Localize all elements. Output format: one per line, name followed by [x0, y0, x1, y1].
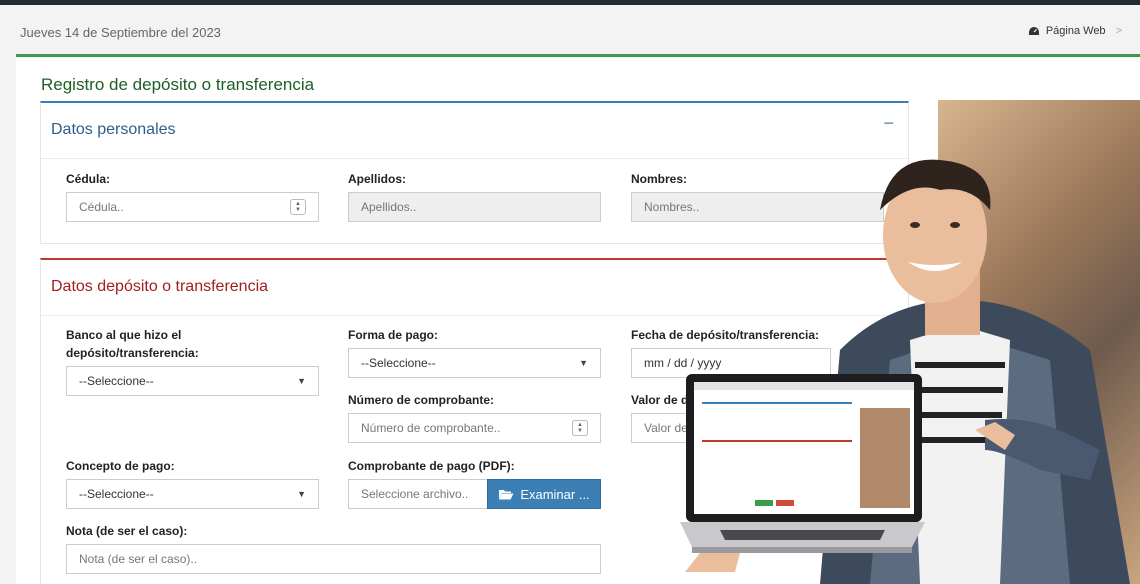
folder-open-icon [499, 490, 514, 500]
cedula-label: Cédula: [66, 172, 111, 186]
banco-label-line1: Banco al que hizo el [66, 328, 182, 342]
chevron-down-icon: ▼ [297, 489, 306, 499]
banco-selected-value: --Seleccione-- [79, 374, 154, 388]
web-link-label: Página Web [1045, 25, 1106, 37]
banco-select[interactable]: --Seleccione-- ▼ [66, 366, 319, 396]
browse-button-label: Examinar ... [520, 486, 590, 502]
chevron-down-icon: ▼ [297, 376, 306, 386]
concepto-selected-value: --Seleccione-- [79, 487, 154, 501]
page-title: Registro de depósito o transferencia [41, 75, 315, 94]
apellidos-input[interactable]: Apellidos.. [348, 192, 601, 222]
chevron-down-icon: ▼ [579, 358, 588, 368]
current-date: Jueves 14 de Septiembre del 2023 [20, 25, 221, 40]
personal-panel-header: Datos personales − [41, 103, 908, 159]
personal-panel-title: Datos personales [51, 121, 176, 138]
concepto-select[interactable]: --Seleccione-- ▼ [66, 479, 319, 509]
forma-pago-label: Forma de pago: [348, 328, 439, 342]
comprobante-placeholder: Seleccione archivo.. [361, 487, 469, 501]
fecha-value: mm / dd / yyyy [644, 356, 722, 370]
header: Jueves 14 de Septiembre del 2023 Página … [0, 5, 1140, 55]
spinner-icon[interactable]: ▲ ▼ [290, 199, 306, 215]
apellidos-placeholder: Apellidos.. [361, 200, 417, 214]
deposit-panel-title: Datos depósito o transferencia [51, 278, 269, 295]
forma-pago-selected-value: --Seleccione-- [361, 356, 436, 370]
browse-button[interactable]: Examinar ... [487, 479, 601, 509]
concepto-label: Concepto de pago: [66, 459, 175, 473]
laptop-illustration [680, 374, 925, 572]
comprobante-file-input[interactable]: Seleccione archivo.. [348, 479, 488, 509]
banco-label-line2: depósito/transferencia: [66, 346, 199, 360]
numero-comprobante-placeholder: Número de comprobante.. [361, 421, 501, 435]
apellidos-label: Apellidos: [348, 172, 407, 186]
nombres-label: Nombres: [631, 172, 688, 186]
nota-input[interactable]: Nota (de ser el caso).. [66, 544, 601, 574]
nombres-placeholder: Nombres.. [644, 200, 700, 214]
cedula-input[interactable]: Cédula.. ▲ ▼ [66, 192, 319, 222]
comprobante-label: Comprobante de pago (PDF): [348, 459, 515, 473]
cedula-placeholder: Cédula.. [79, 200, 124, 214]
chevron-right-icon: > [1115, 25, 1122, 37]
numero-comprobante-input[interactable]: Número de comprobante.. ▲ ▼ [348, 413, 601, 443]
collapse-icon[interactable]: − [883, 113, 894, 134]
dashboard-icon [1028, 27, 1039, 35]
web-link[interactable]: Página Web > [1028, 25, 1122, 37]
fecha-label: Fecha de depósito/transferencia: [631, 328, 820, 342]
spinner-icon[interactable]: ▲ ▼ [572, 420, 588, 436]
deposit-panel-header: Datos depósito o transferencia [41, 260, 908, 316]
nota-label: Nota (de ser el caso): [66, 524, 188, 538]
numero-comprobante-label: Número de comprobante: [348, 393, 495, 407]
nota-placeholder: Nota (de ser el caso).. [79, 552, 198, 566]
forma-pago-select[interactable]: --Seleccione-- ▼ [348, 348, 601, 378]
personal-data-panel: Datos personales − Cédula: Cédula.. ▲ ▼ A… [40, 101, 909, 244]
